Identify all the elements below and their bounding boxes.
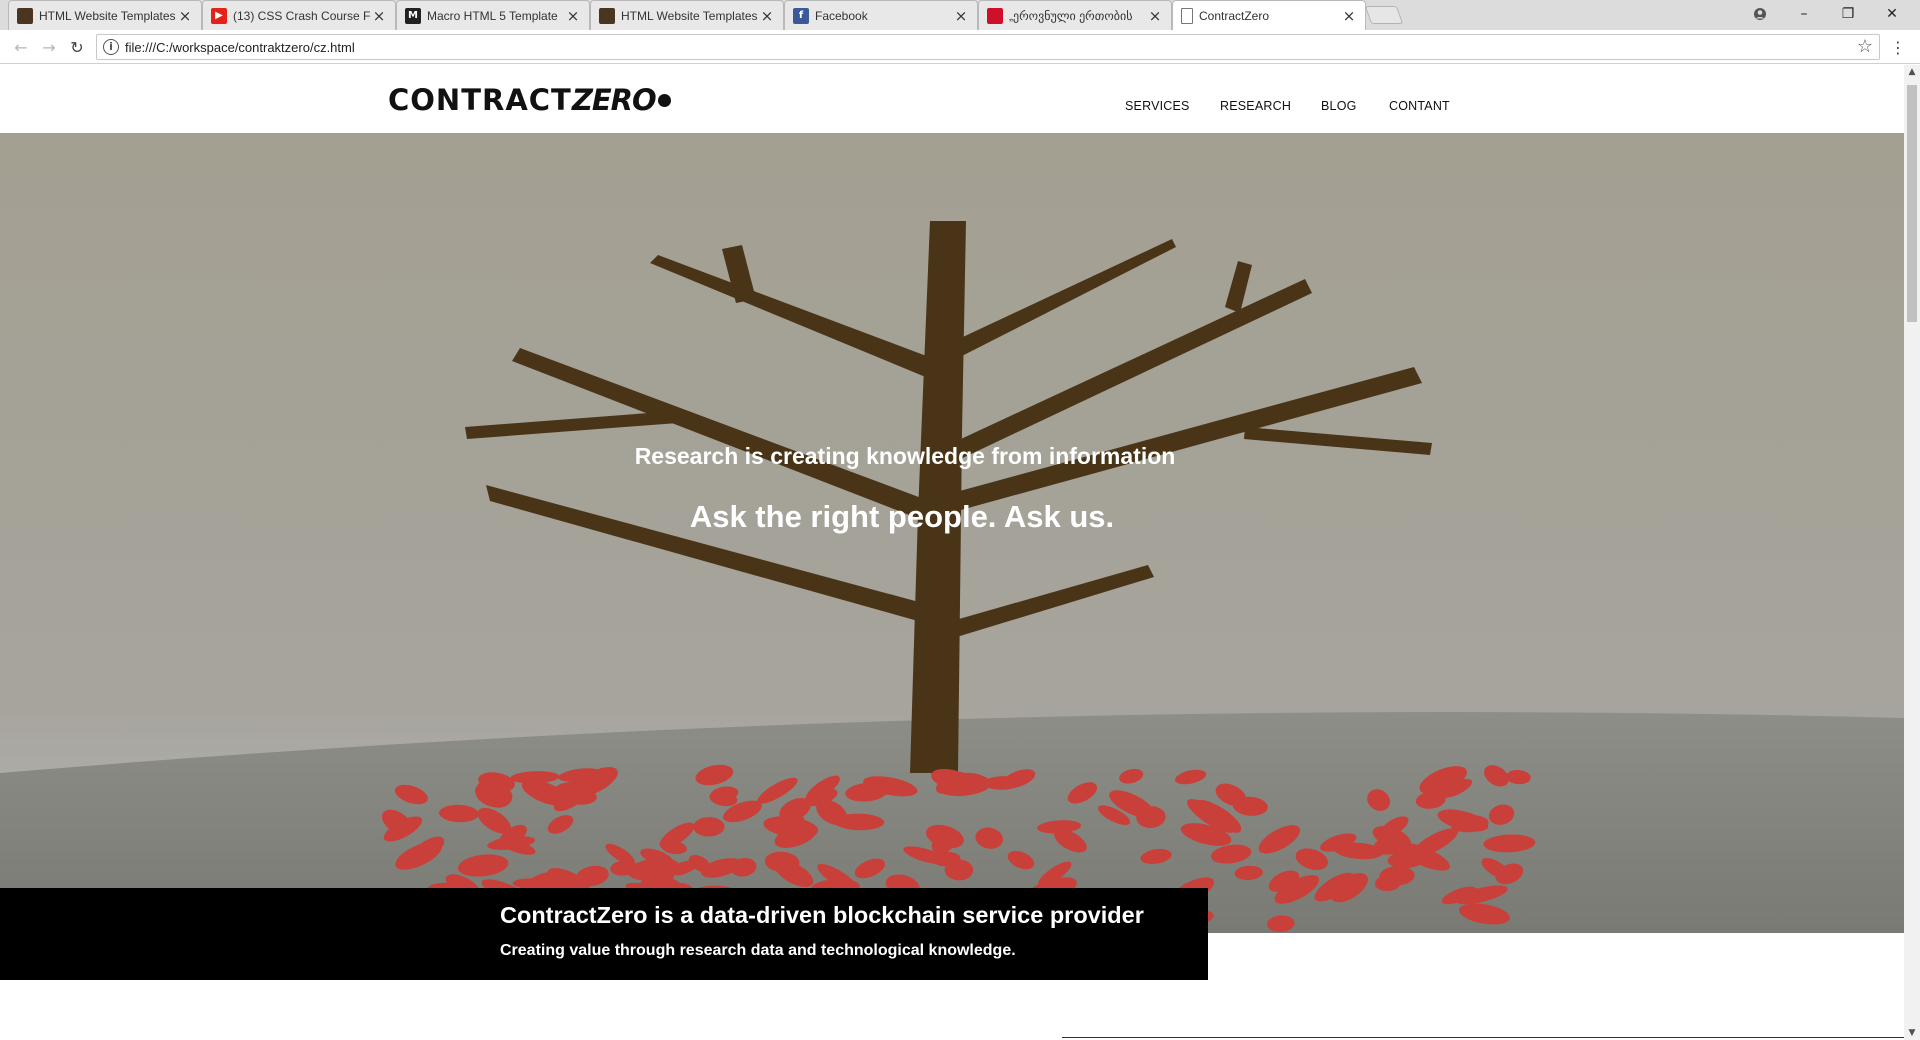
browser-tab[interactable]: HTML Website Templates × — [8, 0, 202, 30]
browser-toolbar: ← → ↻ i file:///C:/workspace/contraktzer… — [0, 30, 1920, 64]
logo-dot — [657, 93, 671, 107]
tab-title: Macro HTML 5 Template — [427, 8, 558, 23]
page-icon — [1181, 7, 1193, 24]
browser-tab[interactable]: f Facebook × — [784, 0, 978, 30]
reload-button[interactable]: ↻ — [66, 35, 88, 59]
template-site-icon — [599, 7, 615, 24]
back-button[interactable]: ← — [10, 35, 32, 59]
scroll-down-arrow-icon[interactable]: ▼ — [1907, 1028, 1917, 1038]
restore-button[interactable]: ❐ — [1826, 0, 1870, 28]
scrollbar-thumb[interactable] — [1907, 85, 1917, 322]
browser-tab[interactable]: HTML Website Templates × — [590, 0, 784, 30]
browser-tab[interactable]: ContractZero × — [1172, 0, 1366, 30]
template-site-icon — [17, 7, 33, 24]
tab-title: Facebook — [815, 8, 868, 23]
macro-m-icon: M — [405, 7, 421, 24]
browser-tab[interactable]: „ეროვნული ერთობის × — [978, 0, 1172, 30]
browser-tab[interactable]: ▶ (13) CSS Crash Course Fo × — [202, 0, 396, 30]
close-tab-icon[interactable]: × — [371, 7, 387, 25]
close-tab-icon[interactable]: × — [1147, 7, 1163, 25]
close-tab-icon[interactable]: × — [953, 7, 969, 25]
hero-heading: Research is creating knowledge from info… — [634, 443, 1176, 469]
tab-title: HTML Website Templates — [39, 8, 176, 23]
close-tab-icon[interactable]: × — [759, 7, 775, 25]
close-window-button[interactable]: ✕ — [1870, 0, 1914, 28]
new-tab-button[interactable] — [1364, 6, 1404, 24]
scroll-up-arrow-icon[interactable]: ▲ — [1907, 67, 1917, 77]
youtube-icon: ▶ — [211, 7, 227, 24]
close-tab-icon[interactable]: × — [177, 7, 193, 25]
close-tab-icon[interactable]: × — [565, 7, 581, 25]
page-viewport: CONTRACT ZERO SERVICES RESEARCH BLOG CONT… — [0, 65, 1904, 1040]
contractzero-logo[interactable]: CONTRACT ZERO — [388, 83, 671, 117]
bookmark-star-icon[interactable]: ☆ — [1857, 36, 1873, 57]
address-url[interactable]: file:///C:/workspace/contraktzero/cz.htm… — [125, 40, 355, 55]
site-info-icon[interactable]: i — [103, 39, 119, 55]
nav-research[interactable]: RESEARCH — [1220, 99, 1291, 113]
tab-title: (13) CSS Crash Course Fo — [233, 8, 371, 23]
page-scrollbar[interactable]: ▲ ▼ — [1904, 65, 1920, 1040]
tab-title: ContractZero — [1199, 8, 1270, 23]
intro-banner: ContractZero is a data-driven blockchain… — [0, 888, 1208, 980]
hero-section: Research is creating knowledge from info… — [0, 133, 1904, 933]
address-bar[interactable]: i file:///C:/workspace/contraktzero/cz.h… — [96, 34, 1880, 60]
nav-blog[interactable]: BLOG — [1321, 99, 1357, 113]
site-header: CONTRACT ZERO SERVICES RESEARCH BLOG CONT… — [0, 65, 1904, 133]
close-tab-icon[interactable]: × — [1341, 7, 1357, 25]
tab-title: „ეროვნული ერთობის — [1009, 8, 1133, 23]
browser-tab[interactable]: M Macro HTML 5 Template × — [396, 0, 590, 30]
logo-text: CONTRACT — [388, 83, 572, 117]
nav-services[interactable]: SERVICES — [1125, 99, 1190, 113]
section-divider — [1062, 1037, 1904, 1038]
profile-icon[interactable] — [1738, 0, 1782, 28]
minimize-button[interactable]: – — [1782, 0, 1826, 28]
tab-title: HTML Website Templates — [621, 8, 758, 23]
hero-tagline: Ask the right people. Ask us. — [689, 499, 1115, 534]
banner-title: ContractZero is a data-driven blockchain… — [500, 902, 1144, 928]
red-quill-icon — [987, 7, 1003, 24]
banner-subtitle: Creating value through research data and… — [500, 942, 1016, 959]
forward-button[interactable]: → — [38, 35, 60, 59]
facebook-icon: f — [793, 7, 809, 24]
nav-contant[interactable]: CONTANT — [1389, 99, 1450, 113]
browser-tab-strip: ContractZero × „ეროვნული ერთობის × f Facebook… — [0, 0, 1920, 30]
browser-menu-icon[interactable]: ⋮ — [1890, 38, 1906, 58]
logo-zero-text: ZERO — [571, 83, 657, 117]
